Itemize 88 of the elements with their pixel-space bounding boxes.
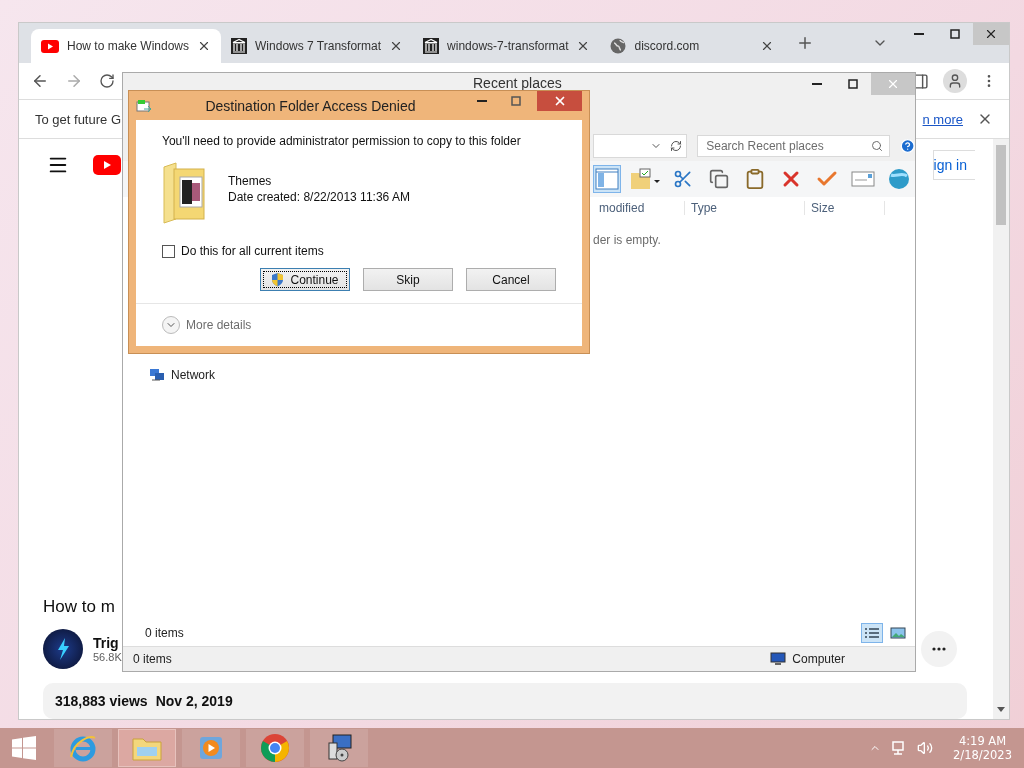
view-mode-button[interactable] xyxy=(861,623,883,643)
video-title: How to m xyxy=(43,597,116,617)
date-created: Date created: 8/22/2013 11:36 AM xyxy=(228,190,410,204)
lightning-icon xyxy=(55,637,71,661)
channel-name[interactable]: Trig xyxy=(93,635,119,651)
all-items-checkbox[interactable]: Do this for all current items xyxy=(162,244,556,258)
minimize-icon xyxy=(914,33,924,35)
globe-icon xyxy=(887,167,911,191)
back-button[interactable] xyxy=(31,72,49,90)
video-play-icon xyxy=(41,39,59,53)
folder-icon xyxy=(162,161,208,225)
dialog-message: You'll need to provide administrator permission to copy to this folder xyxy=(162,134,522,148)
dialog-button[interactable]: Skip xyxy=(363,268,453,291)
dialog-title: Destination Folder Access Denied xyxy=(204,97,417,114)
list-view-icon xyxy=(864,627,880,639)
subscriber-count: 56.8K xyxy=(93,651,122,663)
more-details-link[interactable]: More details xyxy=(186,318,252,332)
status-location: Computer xyxy=(792,652,845,666)
columns-building-icon xyxy=(423,38,440,54)
dialog-button[interactable]: Cancel xyxy=(466,268,556,291)
view-count: 318,883 views xyxy=(55,693,148,709)
properties-icon xyxy=(851,171,875,187)
search-field[interactable]: Search Recent places xyxy=(697,135,890,157)
close-icon xyxy=(886,77,900,91)
scrollbar[interactable] xyxy=(993,139,1009,719)
column-header[interactable]: Size xyxy=(805,201,885,215)
taskbar-app-button[interactable] xyxy=(246,729,304,767)
status-item-count: 0 items xyxy=(133,652,172,666)
arrow-right-icon xyxy=(65,72,83,90)
scroll-down-arrow-icon xyxy=(997,707,1005,713)
person-icon xyxy=(947,73,963,89)
pane-layout-icon xyxy=(595,168,619,190)
channel-avatar[interactable] xyxy=(43,629,83,669)
computer-disc-icon xyxy=(325,733,353,763)
globe-icon xyxy=(610,38,627,54)
profile-button[interactable] xyxy=(943,69,967,93)
letter-e-icon xyxy=(68,733,98,763)
browser-tab[interactable]: windows-7-transformat xyxy=(413,29,601,63)
upload-date: Nov 2, 2019 xyxy=(155,693,233,709)
dialog-button[interactable]: Continue xyxy=(260,268,350,291)
column-header[interactable]: Type xyxy=(685,201,805,215)
computer-icon xyxy=(770,652,787,666)
more-horizontal-icon xyxy=(932,647,946,651)
picture-view-icon xyxy=(890,627,906,639)
browser-tab[interactable]: How to make Windows xyxy=(31,29,222,63)
shield-icon xyxy=(271,272,285,287)
scissors-icon xyxy=(673,169,693,189)
more-button[interactable] xyxy=(921,631,957,667)
maximize-icon xyxy=(511,96,521,106)
sign-in-button[interactable]: ign in xyxy=(932,150,975,180)
volume-icon[interactable] xyxy=(917,740,934,756)
browser-tab[interactable]: Windows 7 Transformat xyxy=(221,29,414,63)
clipboard-icon xyxy=(744,168,766,190)
minimize-icon xyxy=(477,100,487,102)
window-title: Recent places xyxy=(473,75,562,91)
folder-transfer-icon xyxy=(136,98,152,113)
search-icon xyxy=(870,140,883,152)
browser-tab[interactable]: discord.com xyxy=(600,29,785,63)
copy-icon xyxy=(709,169,729,189)
forward-button[interactable] xyxy=(65,72,83,90)
windows-logo-icon xyxy=(12,736,36,760)
close-icon xyxy=(984,27,998,41)
columns-building-icon xyxy=(231,38,248,54)
learn-more-link[interactable]: n more xyxy=(922,111,963,127)
network-icon xyxy=(149,368,165,382)
maximize-icon xyxy=(950,29,960,39)
folder-check-icon xyxy=(630,168,660,190)
layout-pane-button[interactable] xyxy=(593,165,621,193)
video-play-icon[interactable] xyxy=(93,155,121,175)
column-header[interactable]: modified xyxy=(593,201,685,215)
refresh-icon xyxy=(670,140,683,152)
nav-item[interactable]: Network xyxy=(149,365,291,385)
empty-folder-message: der is empty. xyxy=(593,233,662,247)
info-text: To get future G xyxy=(35,111,121,127)
maximize-icon xyxy=(848,79,858,89)
item-count: 0 items xyxy=(145,626,184,640)
scrollbar-thumb[interactable] xyxy=(996,145,1006,225)
play-icon xyxy=(198,735,224,761)
reload-button[interactable] xyxy=(99,73,115,89)
description-panel[interactable]: 318,883 views Nov 2, 2019 xyxy=(43,683,967,719)
folder-icon xyxy=(132,735,162,761)
minimize-icon xyxy=(812,83,822,85)
chrome-icon xyxy=(260,733,290,763)
taskbar-app-button[interactable] xyxy=(310,729,368,767)
folder-name: Themes xyxy=(228,174,273,188)
help-icon[interactable] xyxy=(899,138,915,154)
reload-icon xyxy=(99,73,115,89)
expand-button[interactable] xyxy=(162,316,180,334)
